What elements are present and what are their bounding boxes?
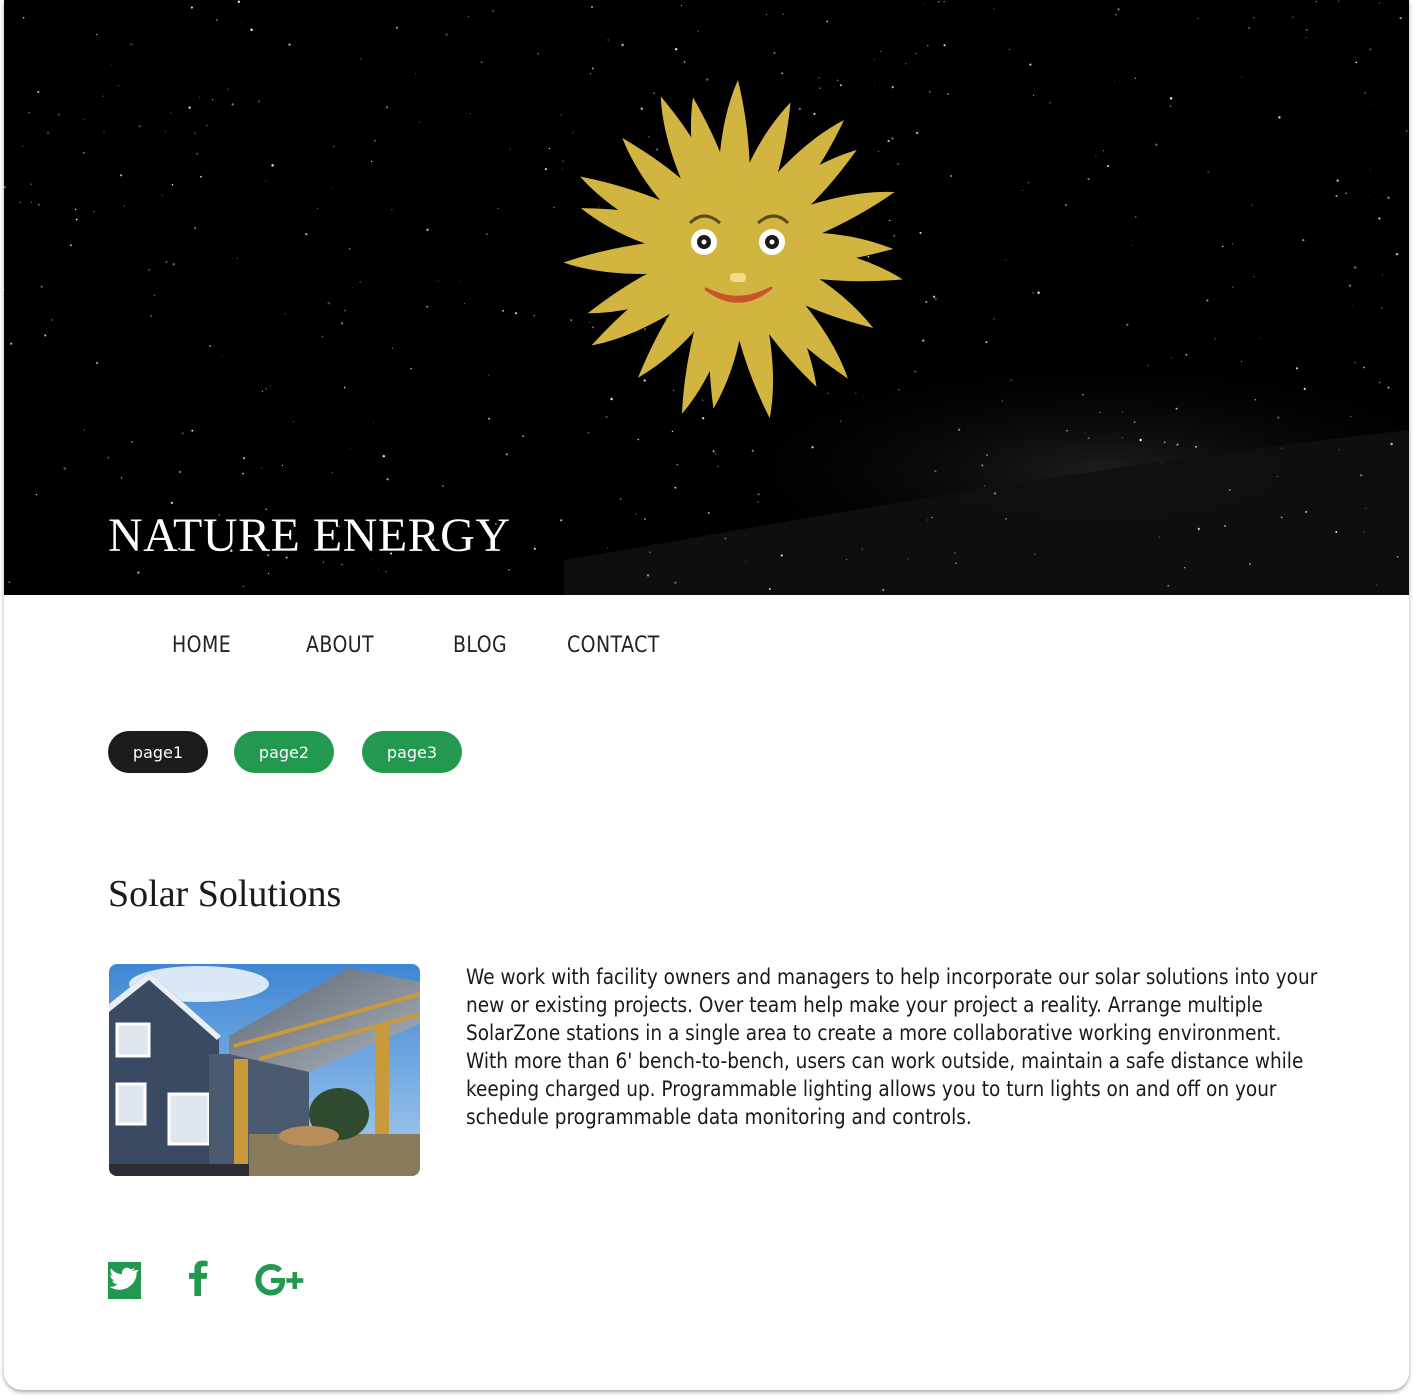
twitter-icon[interactable]: [108, 1260, 142, 1305]
page-card: NATURE ENERGY HOME ABOUT BLOG CONTACT pa…: [4, 0, 1409, 1390]
page2-button[interactable]: page2: [234, 731, 334, 773]
hero-banner: NATURE ENERGY: [4, 0, 1409, 595]
nav-item-contact[interactable]: CONTACT: [567, 633, 660, 658]
site-title: NATURE ENERGY: [108, 509, 511, 562]
nav-item-about[interactable]: ABOUT: [306, 633, 374, 658]
nav-item-home[interactable]: HOME: [172, 633, 231, 658]
section-body-text: We work with facility owners and manager…: [466, 965, 1318, 1130]
solar-canopy-photo: [109, 964, 420, 1176]
page1-button[interactable]: page1: [108, 731, 208, 773]
page3-button[interactable]: page3: [362, 731, 462, 773]
section-title: Solar Solutions: [108, 873, 342, 915]
facebook-icon[interactable]: [186, 1260, 210, 1305]
google-plus-icon[interactable]: [254, 1260, 306, 1305]
smiling-sun-logo: [563, 80, 903, 419]
nav-item-blog[interactable]: BLOG: [453, 633, 507, 658]
